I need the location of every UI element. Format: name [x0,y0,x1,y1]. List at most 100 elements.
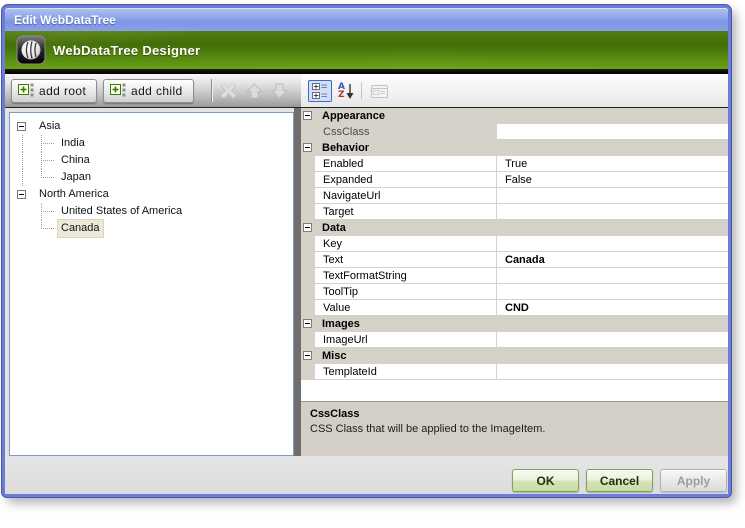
property-pane: Appearance CssClass Behavior Enabled True Exp… [301,108,728,456]
category-row-images[interactable]: Images [301,316,728,332]
add-child-button[interactable]: add child [103,79,194,103]
category-label: Misc [322,350,347,362]
tree-connector-line [22,152,23,169]
property-name: Key [315,236,497,251]
tree-connector-stub [41,160,55,161]
property-value-field[interactable] [497,236,728,251]
tree-item-north-america[interactable]: North America [10,186,293,203]
tree: Asia India China Japan North America United S… [10,113,293,238]
tree-item-china[interactable]: China [10,152,293,169]
collapse-category-icon[interactable] [303,351,312,360]
grid-gutter [301,188,315,203]
tree-item-label: Japan [61,171,91,183]
property-row-tooltip[interactable]: ToolTip [301,284,728,300]
collapse-toggle-icon[interactable] [17,190,26,199]
webdatatree-globe-icon [16,35,46,65]
property-value-field[interactable]: CND [497,300,728,315]
grid-gutter [301,300,315,315]
property-row-target[interactable]: Target [301,204,728,220]
tree-item-united-states-of-america[interactable]: United States of America [10,203,293,220]
property-row-text[interactable]: Text Canada [301,252,728,268]
property-value-field[interactable] [497,124,728,139]
property-name: Enabled [315,156,497,171]
category-row-behavior[interactable]: Behavior [301,140,728,156]
property-name: Expanded [315,172,497,187]
property-pages-button property-pages-icon[interactable] [367,80,391,102]
grid-gutter [301,332,315,347]
categorized-view-button categorized-view-icon[interactable] [308,80,332,102]
property-value-field[interactable]: False [497,172,728,187]
property-row-value[interactable]: Value CND [301,300,728,316]
property-row-cssclass[interactable]: CssClass [301,124,728,140]
property-row-key[interactable]: Key [301,236,728,252]
grid-gutter [301,156,315,171]
collapse-toggle-icon[interactable] [17,122,26,131]
tree-item-label: North America [39,188,109,200]
category-row-data[interactable]: Data [301,220,728,236]
tree-connector-line [22,135,23,152]
ok-button[interactable]: OK [512,469,579,492]
collapse-category-icon[interactable] [303,111,312,120]
property-name: NavigateUrl [315,188,497,203]
tree-connector-line [22,169,23,186]
grid-gutter [301,140,315,156]
toolbar-separator [361,82,362,99]
tree-item-japan[interactable]: Japan [10,169,293,186]
property-name: Text [315,252,497,267]
tree-item-label: China [61,154,90,166]
grid-gutter [301,364,315,379]
tree-item-canada[interactable]: Canada [10,219,293,238]
property-value-field[interactable] [497,284,728,299]
tree-item-label: United States of America [61,205,183,217]
property-row-templateid[interactable]: TemplateId [301,364,728,380]
property-value-field[interactable] [497,332,728,347]
tree-connector-stub [41,228,55,229]
property-value-field[interactable] [497,188,728,203]
collapse-category-icon[interactable] [303,143,312,152]
property-value-field[interactable]: Canada [497,252,728,267]
add-root-label: add root [39,84,87,98]
add-root-button[interactable]: add root [11,79,98,103]
tree-toolbar: add root add child [5,74,301,108]
splitter[interactable] [294,108,301,456]
apply-button[interactable]: Apply [660,469,727,492]
move-down-button arrow-down-icon[interactable] [270,82,288,100]
property-value-field[interactable] [497,204,728,219]
grid-gutter [301,172,315,187]
alphabetical-sort-button a-z-sort-icon[interactable]: AZ [334,80,358,102]
add-node-icon [18,83,34,100]
category-label: Images [322,318,360,330]
grid-gutter [301,108,315,124]
titlebar[interactable]: Edit WebDataTree [5,8,728,31]
tree-item-label: Canada [57,219,104,238]
property-grid: Appearance CssClass Behavior Enabled True Exp… [301,108,728,401]
property-row-expanded[interactable]: Expanded False [301,172,728,188]
window-title: Edit WebDataTree [14,12,116,27]
collapse-category-icon[interactable] [303,223,312,232]
property-row-enabled[interactable]: Enabled True [301,156,728,172]
property-row-textformatstring[interactable]: TextFormatString [301,268,728,284]
property-name: ImageUrl [315,332,497,347]
delete-node-button x-delete-icon[interactable] [219,82,237,100]
grid-gutter [301,124,315,139]
banner-title: WebDataTree Designer [53,42,201,58]
footer: OK Cancel Apply [5,456,728,494]
property-value-field[interactable]: True [497,156,728,171]
property-value-field[interactable] [497,268,728,283]
add-child-label: add child [131,84,183,98]
grid-gutter [301,316,315,332]
tree-item-asia[interactable]: Asia [10,118,293,135]
tree-connector-stub [41,177,55,178]
cancel-button[interactable]: Cancel [586,469,653,492]
collapse-category-icon[interactable] [303,319,312,328]
property-name: ToolTip [315,284,497,299]
property-row-imageurl[interactable]: ImageUrl [301,332,728,348]
description-text: CSS Class that will be applied to the Im… [310,423,546,435]
category-row-appearance[interactable]: Appearance [301,108,728,124]
property-value-field[interactable] [497,364,728,379]
category-row-misc[interactable]: Misc [301,348,728,364]
move-up-button arrow-up-icon[interactable] [245,82,263,100]
property-row-navigateurl[interactable]: NavigateUrl [301,188,728,204]
grid-gutter [301,236,315,251]
tree-item-india[interactable]: India [10,135,293,152]
